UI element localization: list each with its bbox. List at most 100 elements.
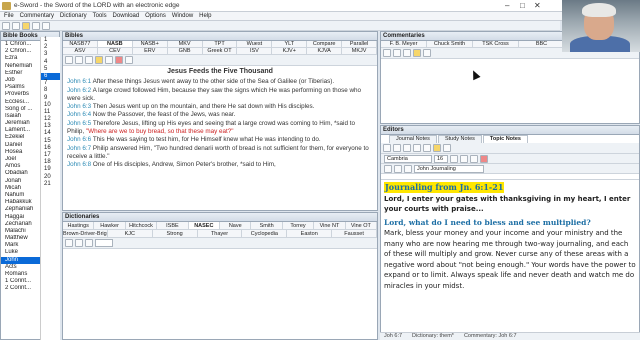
- verse-ref[interactable]: John 6:2: [67, 87, 91, 94]
- chapter-item[interactable]: 7: [41, 80, 60, 87]
- chapter-item[interactable]: 18: [41, 159, 60, 166]
- dictionary-tab[interactable]: Hastings: [63, 222, 95, 230]
- dictionary-tab[interactable]: Fausset: [332, 230, 378, 238]
- search-icon[interactable]: [32, 21, 40, 30]
- print-icon[interactable]: [75, 239, 83, 247]
- menu-tools[interactable]: Tools: [93, 13, 107, 19]
- chapter-item[interactable]: 15: [41, 138, 60, 145]
- chapter-item[interactable]: 3: [41, 51, 60, 58]
- italic-icon[interactable]: [460, 154, 468, 163]
- commentary-tab[interactable]: F. B. Meyer: [381, 41, 427, 48]
- highlight-icon[interactable]: [433, 144, 441, 152]
- dictionary-tab[interactable]: Easton: [287, 230, 333, 238]
- font-family-select[interactable]: Cambria: [384, 154, 432, 163]
- bible-tab[interactable]: NASB77: [63, 41, 98, 48]
- verse-ref[interactable]: John 6:1: [67, 78, 91, 85]
- menu-options[interactable]: Options: [145, 13, 166, 19]
- bible-tab[interactable]: KJVA: [307, 48, 343, 55]
- back-icon[interactable]: [2, 21, 10, 30]
- sync-icon[interactable]: [423, 49, 431, 57]
- maximize-icon[interactable]: □: [520, 1, 525, 10]
- editor-tab[interactable]: Journal Notes: [389, 135, 437, 143]
- dictionary-tab[interactable]: Cyclopedia: [242, 230, 288, 238]
- bible-tab[interactable]: Compare: [307, 41, 343, 48]
- bible-tab[interactable]: KJV+: [272, 48, 308, 55]
- dictionary-tab[interactable]: ISBE: [157, 222, 189, 230]
- dictionary-tab[interactable]: Hitchcock: [125, 222, 158, 230]
- dictionary-tab[interactable]: Strong: [152, 230, 198, 238]
- verse-ref[interactable]: John 6:3: [67, 103, 91, 110]
- chapter-item[interactable]: 16: [41, 145, 60, 152]
- chapter-item[interactable]: 4: [41, 59, 60, 66]
- verse-ref[interactable]: John 6:8: [67, 161, 91, 168]
- forward-icon[interactable]: [12, 21, 20, 30]
- chapter-item[interactable]: 10: [41, 102, 60, 109]
- print-icon[interactable]: [393, 49, 401, 57]
- commentary-tab[interactable]: TSK Cross: [473, 41, 519, 48]
- print-icon[interactable]: [75, 56, 83, 64]
- chapter-item[interactable]: 1: [41, 37, 60, 44]
- minimize-icon[interactable]: –: [505, 1, 509, 10]
- dictionary-tab[interactable]: Smith: [251, 222, 283, 230]
- verse-ref[interactable]: John 6:4: [67, 111, 91, 118]
- menu-dictionary[interactable]: Dictionary: [60, 13, 87, 19]
- chapter-item[interactable]: 19: [41, 166, 60, 173]
- bible-tab[interactable]: GNB: [167, 48, 203, 55]
- red-letter-icon[interactable]: [115, 56, 123, 64]
- bible-tab[interactable]: ASV: [63, 48, 98, 55]
- bible-tab[interactable]: NASB+: [132, 41, 168, 48]
- journal-document[interactable]: Journaling from Jn. 6:1-21 Lord, I enter…: [381, 180, 639, 293]
- chapter-item[interactable]: 12: [41, 116, 60, 123]
- copy-icon[interactable]: [423, 144, 431, 152]
- chapter-item[interactable]: 14: [41, 130, 60, 137]
- copy-icon[interactable]: [383, 49, 391, 57]
- menu-commentary[interactable]: Commentary: [20, 13, 54, 19]
- save-icon[interactable]: [393, 144, 401, 152]
- cut-icon[interactable]: [413, 144, 421, 152]
- dictionary-tab[interactable]: Hawker: [94, 222, 126, 230]
- bible-tab[interactable]: Wuest: [237, 41, 273, 48]
- copy-icon[interactable]: [65, 56, 73, 64]
- bible-tab[interactable]: MKJV: [342, 48, 378, 55]
- chapter-item[interactable]: 11: [41, 109, 60, 116]
- editor-tab[interactable]: Study Notes: [437, 135, 482, 143]
- chapter-item[interactable]: 17: [41, 152, 60, 159]
- highlight-icon[interactable]: [95, 56, 103, 64]
- dictionary-tab[interactable]: Vine NT: [314, 222, 346, 230]
- align-left-icon[interactable]: [384, 164, 392, 173]
- copy-icon[interactable]: [65, 239, 73, 247]
- chapter-item[interactable]: 21: [41, 181, 60, 188]
- search-icon[interactable]: [85, 239, 93, 247]
- close-icon[interactable]: ✕: [534, 1, 541, 10]
- bible-tab[interactable]: CEV: [97, 48, 133, 55]
- audio-icon[interactable]: [125, 56, 133, 64]
- font-size-select[interactable]: 16: [434, 154, 448, 163]
- topic-select[interactable]: John Journaling: [414, 164, 484, 173]
- bullets-icon[interactable]: [404, 164, 412, 173]
- dictionary-tab[interactable]: Brown-Driver-Briggs: [63, 230, 108, 238]
- print-icon[interactable]: [42, 21, 50, 30]
- bookmark-icon[interactable]: [22, 21, 30, 30]
- commentary-tab[interactable]: Chuck Smith: [427, 41, 473, 48]
- chapter-item[interactable]: 9: [41, 95, 60, 102]
- bible-tab[interactable]: NASB: [97, 41, 133, 48]
- bible-tab[interactable]: MKV: [167, 41, 203, 48]
- dictionary-topic-select[interactable]: [95, 239, 113, 247]
- menu-help[interactable]: Help: [199, 13, 211, 19]
- commentary-tab[interactable]: BBC: [519, 41, 565, 48]
- dictionary-tab[interactable]: Torrey: [282, 222, 315, 230]
- menu-window[interactable]: Window: [172, 13, 193, 19]
- bible-tab[interactable]: YLT: [272, 41, 308, 48]
- print-icon[interactable]: [403, 144, 411, 152]
- dictionary-tab[interactable]: NASEC: [188, 222, 221, 230]
- font-color-icon[interactable]: [480, 154, 488, 163]
- bible-tab[interactable]: Greek OT: [202, 48, 238, 55]
- verse-ref[interactable]: John 6:5: [67, 120, 91, 127]
- new-icon[interactable]: [383, 144, 391, 152]
- align-center-icon[interactable]: [394, 164, 402, 173]
- chapter-item[interactable]: 6: [41, 72, 60, 81]
- dictionary-tab[interactable]: Vine OT: [345, 222, 378, 230]
- bookmark-icon[interactable]: [413, 49, 421, 57]
- bible-tab[interactable]: Parallel: [342, 41, 378, 48]
- chapter-item[interactable]: 8: [41, 87, 60, 94]
